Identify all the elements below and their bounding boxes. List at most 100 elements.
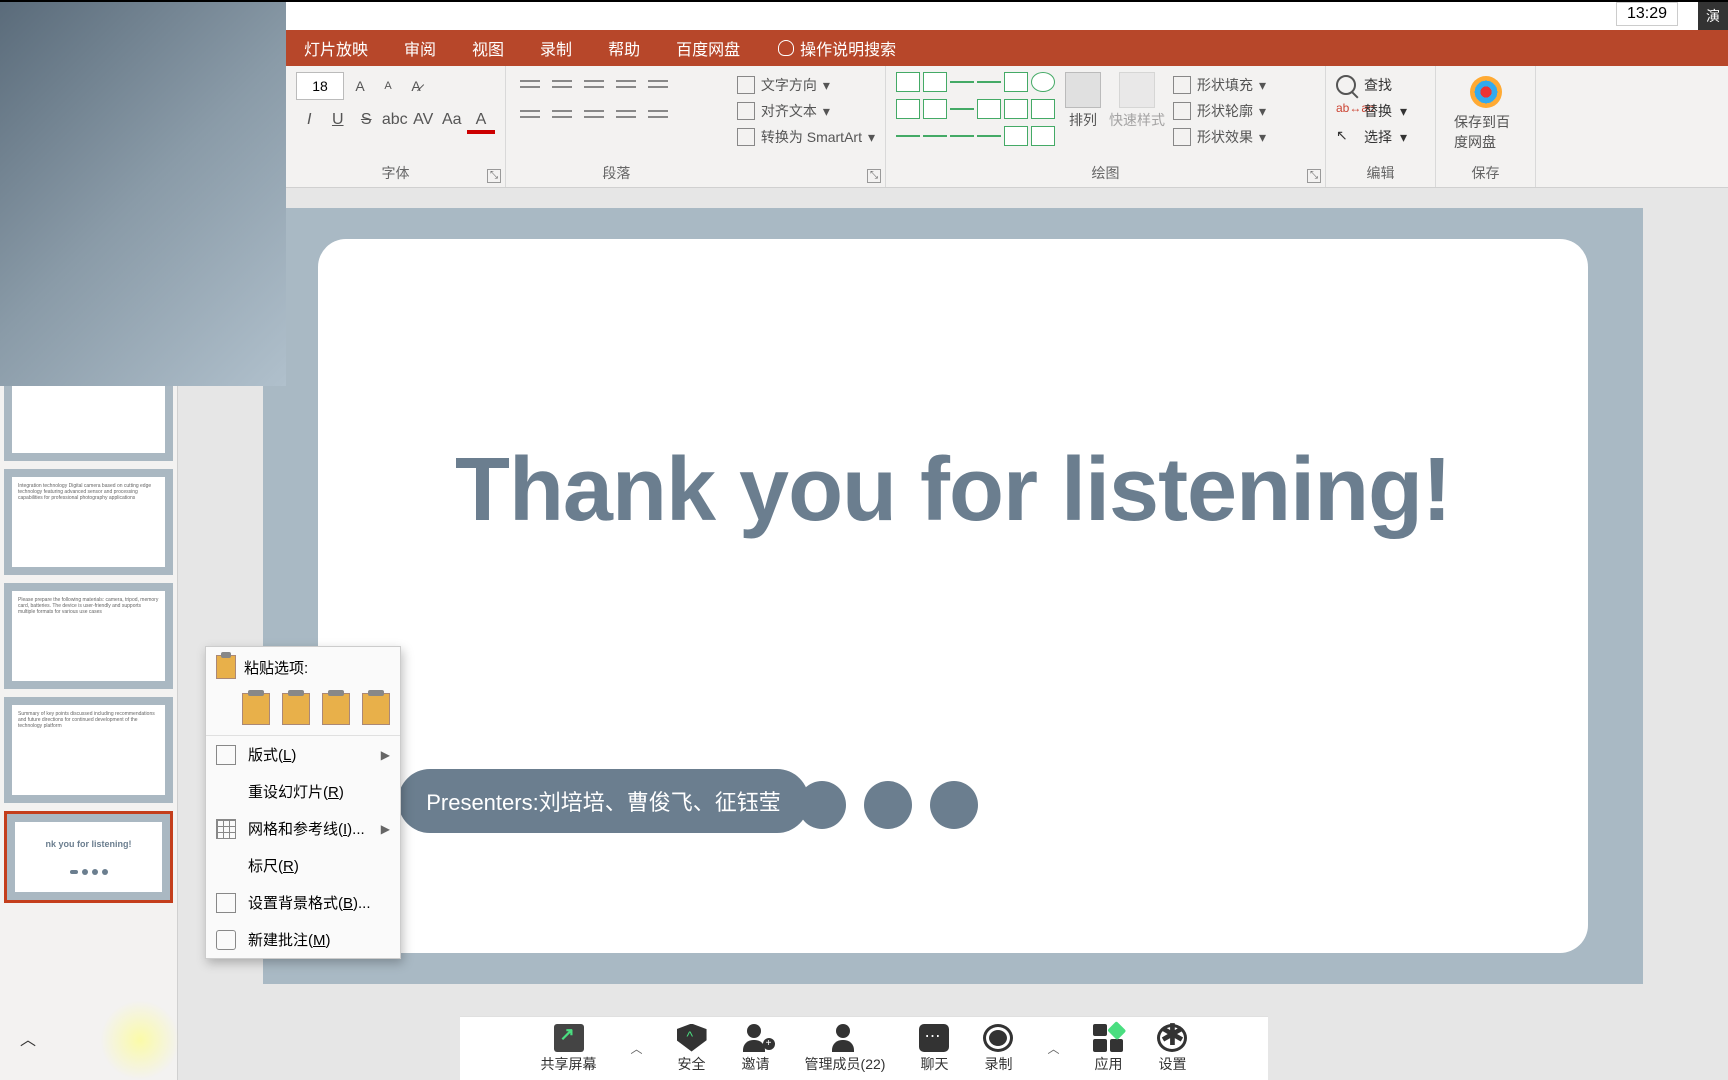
shape-outline-button[interactable]: 形状轮廓 ▾: [1173, 98, 1266, 124]
decrease-indent-button[interactable]: [580, 72, 608, 96]
select-icon: ↖: [1336, 127, 1356, 147]
bulb-icon: [778, 40, 794, 56]
replace-icon: ab↔ac: [1336, 101, 1356, 121]
tab-baidu[interactable]: 百度网盘: [658, 36, 758, 60]
font-color-button[interactable]: A: [467, 106, 495, 134]
shapes-gallery[interactable]: [896, 72, 1055, 150]
zoom-settings[interactable]: 设置: [1157, 1024, 1187, 1074]
zoom-manage[interactable]: 管理成员(22): [805, 1024, 886, 1074]
shield-icon: [677, 1024, 707, 1052]
align-left-button[interactable]: [516, 102, 544, 126]
invite-icon: +: [741, 1024, 771, 1052]
tab-view[interactable]: 视图: [454, 36, 522, 60]
ctx-new-comment[interactable]: 新建批注(M): [206, 921, 400, 958]
thumbnail[interactable]: Summary of key points discussed includin…: [4, 697, 173, 803]
thumbnail[interactable]: Integration technology Digital camera ba…: [4, 469, 173, 575]
grow-font-button[interactable]: A: [348, 74, 372, 98]
text-direction-button[interactable]: 文字方向 ▾: [737, 72, 875, 98]
slide-canvas[interactable]: Thank you for listening! Presenters:刘培培、…: [178, 188, 1728, 1080]
background-icon: [216, 893, 236, 913]
quick-styles-button[interactable]: 快速样式: [1109, 72, 1165, 150]
ctx-background[interactable]: 设置背景格式(B)...: [206, 884, 400, 921]
clear-format-button[interactable]: A̷: [404, 74, 428, 98]
text-direction-icon: [737, 76, 755, 94]
ribbon-content: 18 A A A̷ I U S abc AV Aa A 字体 ⤡: [286, 66, 1728, 188]
tab-slideshow[interactable]: 灯片放映: [286, 36, 386, 60]
change-case-button[interactable]: Aa: [439, 106, 466, 134]
chevron-right-icon: ▶: [381, 748, 390, 762]
align-text-button[interactable]: 对齐文本 ▾: [737, 98, 875, 124]
baidu-icon: [1470, 76, 1502, 108]
paragraph-launcher[interactable]: ⤡: [867, 169, 881, 183]
numbering-button[interactable]: [548, 72, 576, 96]
arrange-button[interactable]: 排列: [1065, 72, 1101, 150]
outline-icon: [1173, 102, 1191, 120]
align-text-icon: [737, 102, 755, 120]
paste-opt-picture[interactable]: [322, 693, 350, 725]
tell-me-search[interactable]: 操作说明搜索: [778, 36, 896, 60]
drawing-launcher[interactable]: ⤡: [1307, 169, 1321, 183]
font-size-input[interactable]: 18: [296, 72, 344, 100]
paste-opt-source[interactable]: [282, 693, 310, 725]
zoom-share-screen[interactable]: 共享屏幕: [541, 1024, 597, 1074]
collapse-toolbar-button[interactable]: ︿: [20, 1026, 36, 1050]
bullets-button[interactable]: [516, 72, 544, 96]
record-caret[interactable]: ︿: [1047, 1040, 1059, 1057]
slide-title[interactable]: Thank you for listening!: [318, 439, 1588, 542]
select-button[interactable]: ↖选择 ▾: [1336, 124, 1425, 150]
webcam-overlay: [0, 2, 286, 386]
zoom-toolbar: 共享屏幕 ︿ 安全 +邀请 管理成员(22) 聊天 录制 ︿ 应用 设置: [460, 1016, 1268, 1080]
slide-thumbnails: Lorem ipsum dolor sit amet consectetur a…: [0, 385, 178, 1080]
italic-button[interactable]: I: [296, 106, 323, 134]
ctx-reset-slide[interactable]: 重设幻灯片(R): [206, 773, 400, 810]
grid-icon: [216, 819, 236, 839]
effects-icon: [1173, 128, 1191, 146]
group-label-drawing: 绘图: [896, 161, 1315, 185]
thumbnail-active[interactable]: nk you for listening!: [4, 811, 173, 903]
smartart-icon: [737, 128, 755, 146]
zoom-record[interactable]: 录制: [983, 1024, 1013, 1074]
baidu-save-button[interactable]: 保存到百度网盘: [1446, 72, 1525, 156]
shape-fill-button[interactable]: 形状填充 ▾: [1173, 72, 1266, 98]
increase-indent-button[interactable]: [612, 72, 640, 96]
columns-button[interactable]: [644, 102, 672, 126]
search-icon: [1336, 75, 1356, 95]
context-menu: 粘贴选项: 版式(L) ▶ 重设幻灯片(R) 网格和参考线(I)... ▶ 标尺…: [205, 646, 401, 959]
shrink-font-button[interactable]: A: [376, 74, 400, 98]
font-launcher[interactable]: ⤡: [487, 169, 501, 183]
align-center-button[interactable]: [548, 102, 576, 126]
shape-effects-button[interactable]: 形状效果 ▾: [1173, 124, 1266, 150]
char-spacing-button[interactable]: abc: [382, 106, 409, 134]
tab-review[interactable]: 审阅: [386, 36, 454, 60]
paste-opt-text[interactable]: [362, 693, 390, 725]
find-button[interactable]: 查找: [1336, 72, 1425, 98]
thumbnail[interactable]: Lorem ipsum dolor sit amet consectetur a…: [4, 385, 173, 461]
strike-button[interactable]: S: [353, 106, 380, 134]
zoom-chat[interactable]: 聊天: [919, 1024, 949, 1074]
arrange-icon: [1065, 72, 1101, 108]
ctx-grid[interactable]: 网格和参考线(I)... ▶: [206, 810, 400, 847]
paste-opt-theme[interactable]: [242, 693, 270, 725]
zoom-apps[interactable]: 应用: [1093, 1024, 1123, 1074]
presenter-pill[interactable]: Presenters:刘培培、曹俊飞、征钰莹: [398, 769, 809, 833]
layout-icon: [216, 745, 236, 765]
comment-icon: [216, 930, 236, 950]
smartart-button[interactable]: 转换为 SmartArt ▾: [737, 124, 875, 150]
participants-icon: [830, 1024, 860, 1052]
justify-button[interactable]: [612, 102, 640, 126]
share-caret[interactable]: ︿: [631, 1040, 643, 1057]
chevron-right-icon: ▶: [381, 822, 390, 836]
thumbnail[interactable]: Please prepare the following materials: …: [4, 583, 173, 689]
quick-styles-icon: [1119, 72, 1155, 108]
align-right-button[interactable]: [580, 102, 608, 126]
ctx-layout[interactable]: 版式(L) ▶: [206, 736, 400, 773]
line-spacing-button[interactable]: [644, 72, 672, 96]
ctx-ruler[interactable]: 标尺(R): [206, 847, 400, 884]
underline-button[interactable]: U: [325, 106, 352, 134]
replace-button[interactable]: ab↔ac替换 ▾: [1336, 98, 1425, 124]
tab-record[interactable]: 录制: [522, 36, 590, 60]
zoom-security[interactable]: 安全: [677, 1024, 707, 1074]
tab-help[interactable]: 帮助: [590, 36, 658, 60]
highlight-button[interactable]: AV: [410, 106, 437, 134]
zoom-invite[interactable]: +邀请: [741, 1024, 771, 1074]
